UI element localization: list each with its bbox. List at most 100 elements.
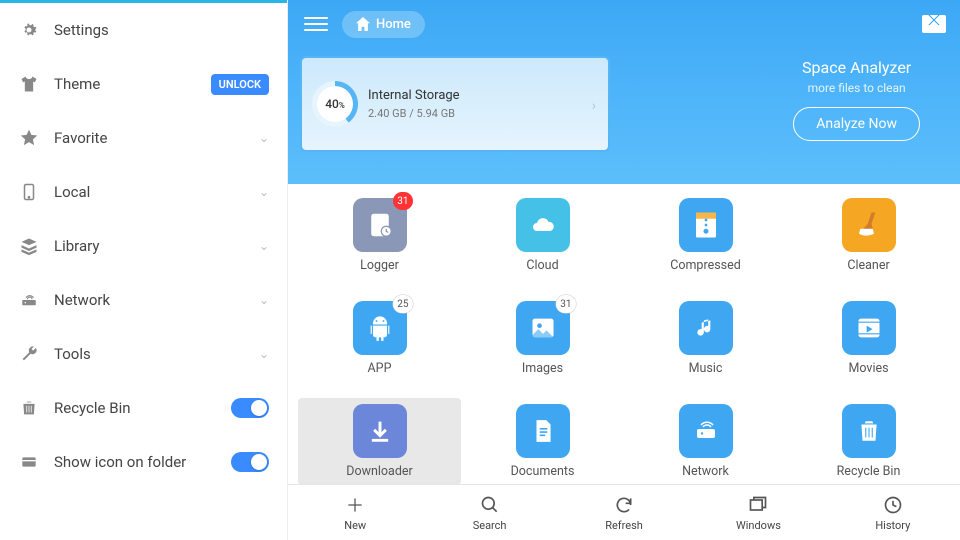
storage-title: Internal Storage bbox=[368, 88, 460, 103]
bottom-label: Refresh bbox=[605, 519, 643, 532]
sidebar-item-show-icon[interactable]: Show icon on folder bbox=[0, 435, 287, 489]
toggle-show-icon[interactable] bbox=[231, 452, 269, 472]
bottombar: New Search Refresh Windows History bbox=[288, 484, 960, 540]
grid-item-compressed[interactable]: Compressed bbox=[624, 192, 787, 279]
router-icon bbox=[18, 289, 40, 311]
bottom-search[interactable]: Search bbox=[422, 485, 556, 540]
chevron-down-icon: ⌄ bbox=[259, 347, 269, 361]
bottom-history[interactable]: History bbox=[826, 485, 960, 540]
sidebar-item-label: Favorite bbox=[54, 129, 259, 147]
storage-info: Internal Storage 2.40 GB / 5.94 GB bbox=[368, 88, 460, 120]
badge-count: 25 bbox=[393, 295, 412, 313]
home-icon bbox=[356, 17, 370, 31]
grid-item-music[interactable]: Music bbox=[624, 295, 787, 382]
grid-item-label: Network bbox=[682, 464, 729, 479]
sidebar-item-favorite[interactable]: Favorite ⌄ bbox=[0, 111, 287, 165]
doc-icon bbox=[516, 404, 570, 458]
stack-icon bbox=[18, 235, 40, 257]
sidebar-item-label: Library bbox=[54, 237, 259, 255]
cloud-icon bbox=[516, 198, 570, 252]
gear-icon bbox=[18, 19, 40, 41]
analyzer-subtitle: more files to clean bbox=[793, 81, 920, 95]
trash-icon bbox=[18, 397, 40, 419]
grid-item-label: Music bbox=[689, 361, 723, 376]
space-analyzer: Space Analyzer more files to clean Analy… bbox=[793, 58, 920, 141]
grid-item-documents[interactable]: Documents bbox=[461, 398, 624, 484]
broom-icon bbox=[842, 198, 896, 252]
menu-icon[interactable] bbox=[302, 10, 330, 38]
download-icon bbox=[353, 404, 407, 458]
chevron-down-icon: ⌄ bbox=[259, 239, 269, 253]
sidebar-item-local[interactable]: Local ⌄ bbox=[0, 165, 287, 219]
grid-item-label: Documents bbox=[511, 464, 575, 479]
storage-usage: 2.40 GB / 5.94 GB bbox=[368, 107, 460, 120]
sidebar-item-tools[interactable]: Tools ⌄ bbox=[0, 327, 287, 381]
card-icon bbox=[18, 451, 40, 473]
android-icon: 25 bbox=[353, 301, 407, 355]
grid-item-downloader[interactable]: Downloader bbox=[298, 398, 461, 484]
image-icon: 31 bbox=[516, 301, 570, 355]
zip-icon bbox=[679, 198, 733, 252]
analyzer-title: Space Analyzer bbox=[793, 58, 920, 77]
grid-item-network[interactable]: Network bbox=[624, 398, 787, 484]
grid-item-movies[interactable]: Movies bbox=[787, 295, 950, 382]
grid-item-label: Compressed bbox=[670, 258, 741, 273]
bottom-new[interactable]: New bbox=[288, 485, 422, 540]
net-icon bbox=[679, 404, 733, 458]
grid-item-label: Cleaner bbox=[847, 258, 889, 273]
sidebar-item-settings[interactable]: Settings bbox=[0, 3, 287, 57]
sidebar-item-recycle-bin[interactable]: Recycle Bin bbox=[0, 381, 287, 435]
sidebar-item-label: Network bbox=[54, 291, 259, 309]
bottom-label: New bbox=[344, 519, 366, 532]
phone-icon bbox=[18, 181, 40, 203]
refresh-icon bbox=[613, 494, 635, 516]
toggle-recycle-bin[interactable] bbox=[231, 398, 269, 418]
storage-card[interactable]: 40% Internal Storage 2.40 GB / 5.94 GB › bbox=[300, 56, 610, 152]
movie-icon bbox=[842, 301, 896, 355]
topbar: Home bbox=[288, 0, 960, 48]
wrench-icon bbox=[18, 343, 40, 365]
grid-item-app[interactable]: 25APP bbox=[298, 295, 461, 382]
bottom-refresh[interactable]: Refresh bbox=[557, 485, 691, 540]
grid-item-images[interactable]: 31 Images bbox=[461, 295, 624, 382]
log-icon: 31 bbox=[353, 198, 407, 252]
sidebar-item-library[interactable]: Library ⌄ bbox=[0, 219, 287, 273]
grid-item-label: Movies bbox=[848, 361, 888, 376]
grid-item-label: Recycle Bin bbox=[837, 464, 901, 479]
grid-item-cloud[interactable]: Cloud bbox=[461, 192, 624, 279]
sidebar-item-theme[interactable]: Theme UNLOCK bbox=[0, 57, 287, 111]
chevron-right-icon: › bbox=[592, 98, 596, 114]
grid-item-cleaner[interactable]: Cleaner bbox=[787, 192, 950, 279]
storage-ring: 40% bbox=[312, 81, 358, 127]
sidebar-item-label: Settings bbox=[54, 21, 269, 39]
header: Home 40% Internal Storage 2.40 GB / 5.94… bbox=[288, 0, 960, 184]
search-icon bbox=[479, 494, 501, 516]
badge-count: 31 bbox=[393, 192, 412, 210]
storage-percent: 40% bbox=[325, 97, 345, 111]
grid-item-recycle-bin[interactable]: Recycle Bin bbox=[787, 398, 950, 484]
music-icon bbox=[679, 301, 733, 355]
sidebar-item-label: Recycle Bin bbox=[54, 399, 231, 417]
chevron-down-icon: ⌄ bbox=[259, 185, 269, 199]
bottom-label: History bbox=[875, 519, 910, 532]
sidebar-item-label: Tools bbox=[54, 345, 259, 363]
windows-icon bbox=[747, 494, 769, 516]
bottom-label: Windows bbox=[736, 519, 781, 532]
home-label: Home bbox=[376, 17, 411, 32]
analyze-now-button[interactable]: Analyze Now bbox=[793, 107, 920, 141]
grid-item-label: Images bbox=[522, 361, 563, 376]
breadcrumb-home[interactable]: Home bbox=[342, 11, 425, 38]
bottom-windows[interactable]: Windows bbox=[691, 485, 825, 540]
grid-item-label: Cloud bbox=[526, 258, 558, 273]
badge-count: 31 bbox=[556, 295, 575, 313]
unlock-badge[interactable]: UNLOCK bbox=[211, 74, 269, 95]
grid-item-logger[interactable]: 31Logger bbox=[298, 192, 461, 279]
sidebar: Settings Theme UNLOCK Favorite ⌄ Local ⌄… bbox=[0, 0, 288, 540]
chevron-down-icon: ⌄ bbox=[259, 131, 269, 145]
grid-item-label: Downloader bbox=[346, 464, 413, 479]
mail-icon[interactable] bbox=[922, 15, 946, 33]
sidebar-item-network[interactable]: Network ⌄ bbox=[0, 273, 287, 327]
sidebar-item-label: Theme bbox=[54, 75, 211, 93]
grid-area: 31Logger Cloud Compressed Cleaner 25APP 31 Ima… bbox=[288, 184, 960, 484]
sidebar-item-label: Show icon on folder bbox=[54, 453, 231, 471]
